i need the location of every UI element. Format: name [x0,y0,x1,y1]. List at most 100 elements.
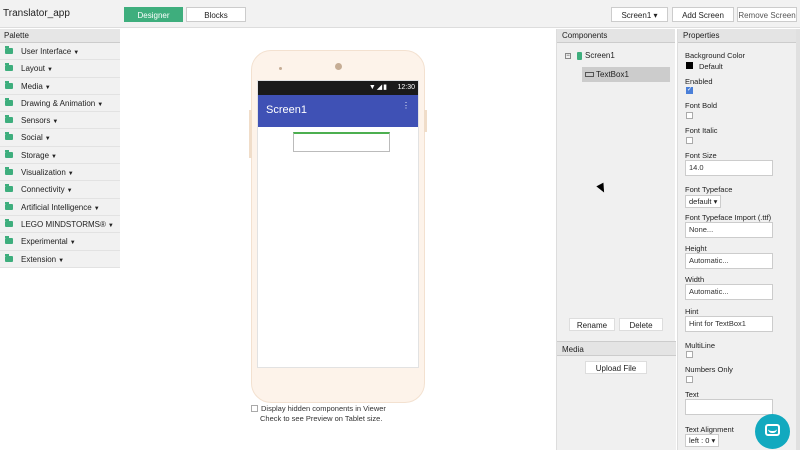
background-color-label: Background Color [685,51,746,60]
font-size-input[interactable]: 14.0 [685,160,773,176]
properties-panel: Properties Background Color Default Enab… [677,29,800,450]
phone-camera [335,63,342,70]
palette-item-user-interface[interactable]: User Interface ▼ [0,43,120,61]
caret-down-icon: ▼ [97,101,104,108]
properties-header: Properties [678,29,800,43]
app-bar: Screen1 ⋮ [258,95,418,127]
properties-scrollbar[interactable] [796,29,800,450]
background-color-value[interactable]: Default [699,62,723,71]
status-bar: ▼◢▮ 12:30 [258,81,418,95]
palette-item-artificial-intelligence[interactable]: Artificial Intelligence ▼ [0,198,120,216]
palette-item-drawing-animation[interactable]: Drawing & Animation ▼ [0,94,120,113]
folder-icon [5,63,13,72]
tablet-preview-row[interactable]: Check to see Preview on Tablet size. [260,414,382,423]
text-alignment-label: Text Alignment [685,425,734,434]
palette-item-layout[interactable]: Layout ▼ [0,60,120,78]
folder-icon [5,97,13,106]
multiline-checkbox[interactable] [686,351,693,358]
caret-down-icon: ▼ [69,240,76,247]
palette-item-extension[interactable]: Extension ▼ [0,250,120,268]
chat-support-icon[interactable] [755,414,790,449]
add-screen-button[interactable]: Add Screen [672,7,734,22]
tree-item-textbox1[interactable]: TextBox1 [582,67,670,82]
folder-icon [5,201,13,210]
components-header: Components [557,29,675,43]
overflow-menu-icon: ⋮ [402,101,410,110]
text-alignment-select[interactable]: left : 0 ▾ [685,434,720,447]
display-hidden-row[interactable]: Display hidden components in Viewer [251,404,386,413]
palette-item-connectivity[interactable]: Connectivity ▼ [0,181,120,199]
caret-down-icon: ▼ [107,222,114,229]
multiline-label: MultiLine [685,341,716,350]
app-title: Translator_app [3,8,70,19]
folder-icon [5,236,13,245]
palette-item-lego-mindstorms[interactable]: LEGO MINDSTORMS® ▼ [0,215,120,234]
caret-down-icon: ▼ [51,153,57,160]
caret-down-icon: ▼ [58,257,65,264]
palette-panel: Palette User Interface ▼ Layout ▼ Media ▼ D… [0,29,120,450]
palette-item-storage[interactable]: Storage ▼ [0,146,120,165]
palette-item-experimental[interactable]: Experimental ▼ [0,233,120,251]
font-typeface-select[interactable]: default ▾ [685,195,722,208]
components-panel: Components − Screen1 TextBox1 Rename Del… [556,29,676,450]
delete-button[interactable]: Delete [619,318,663,331]
folder-icon [5,218,13,227]
height-input[interactable]: Automatic... [685,253,773,269]
tab-blocks[interactable]: Blocks [186,7,246,22]
phone-screen[interactable]: ▼◢▮ 12:30 Screen1 ⋮ [257,80,419,368]
folder-icon [5,80,13,89]
top-bar: Translator_app Designer Blocks Screen1 ▾… [0,0,800,28]
numbers-only-checkbox[interactable] [686,376,693,383]
folder-icon [5,184,13,193]
palette-item-sensors[interactable]: Sensors ▼ [0,112,120,130]
font-bold-label: Font Bold [685,101,718,110]
screen-select-button[interactable]: Screen1 ▾ [611,7,668,22]
text-input[interactable] [685,399,773,415]
upload-file-button[interactable]: Upload File [585,361,647,374]
textbox1-preview[interactable] [293,132,390,152]
folder-icon [5,149,13,158]
caret-down-icon: ▼ [47,67,53,74]
caret-down-icon: ▼ [93,205,100,212]
font-typeface-import-label: Font Typeface Import (.ttf) [685,213,772,222]
height-label: Height [685,244,707,253]
palette-item-visualization[interactable]: Visualization ▼ [0,164,120,182]
palette-item-media[interactable]: Media ▼ [0,77,120,95]
folder-icon [5,46,13,54]
enabled-checkbox[interactable] [686,86,693,94]
numbers-only-label: Numbers Only [685,365,733,374]
font-italic-label: Font Italic [685,126,718,135]
color-swatch[interactable] [686,62,693,69]
palette-item-social[interactable]: Social ▼ [0,129,120,147]
font-italic-checkbox[interactable] [686,137,693,144]
caret-down-icon: ▼ [73,50,80,56]
remove-screen-button[interactable]: Remove Screen [737,7,797,22]
hint-input[interactable]: Hint for TextBox1 [685,316,773,332]
tab-designer[interactable]: Designer [124,7,183,22]
width-label: Width [685,275,705,284]
tree-item-screen1[interactable]: − Screen1 [565,51,615,60]
phone-side-button [424,110,427,132]
font-typeface-label: Font Typeface [685,185,733,194]
folder-icon [5,167,13,176]
rename-button[interactable]: Rename [569,318,615,331]
phone-side-button [249,110,252,158]
caret-down-icon: ▼ [66,188,73,195]
palette-header: Palette [0,29,120,43]
caret-down-icon: ▼ [44,84,51,91]
font-size-label: Font Size [685,151,717,160]
enabled-label: Enabled [685,77,713,86]
folder-icon [5,115,13,124]
hint-label: Hint [685,307,699,316]
screen-icon [577,51,582,60]
media-panel: Media Upload File [557,341,676,450]
width-input[interactable]: Automatic... [685,284,773,300]
caret-down-icon: ▼ [67,171,74,178]
signal-battery-icon: ▼◢▮ [368,84,388,91]
phone-sensor-dot [279,67,282,70]
font-bold-checkbox[interactable] [686,112,693,119]
display-hidden-checkbox[interactable] [251,405,258,412]
collapse-icon[interactable]: − [565,52,571,59]
media-header: Media [557,341,676,356]
font-typeface-import-input[interactable]: None... [685,222,773,238]
